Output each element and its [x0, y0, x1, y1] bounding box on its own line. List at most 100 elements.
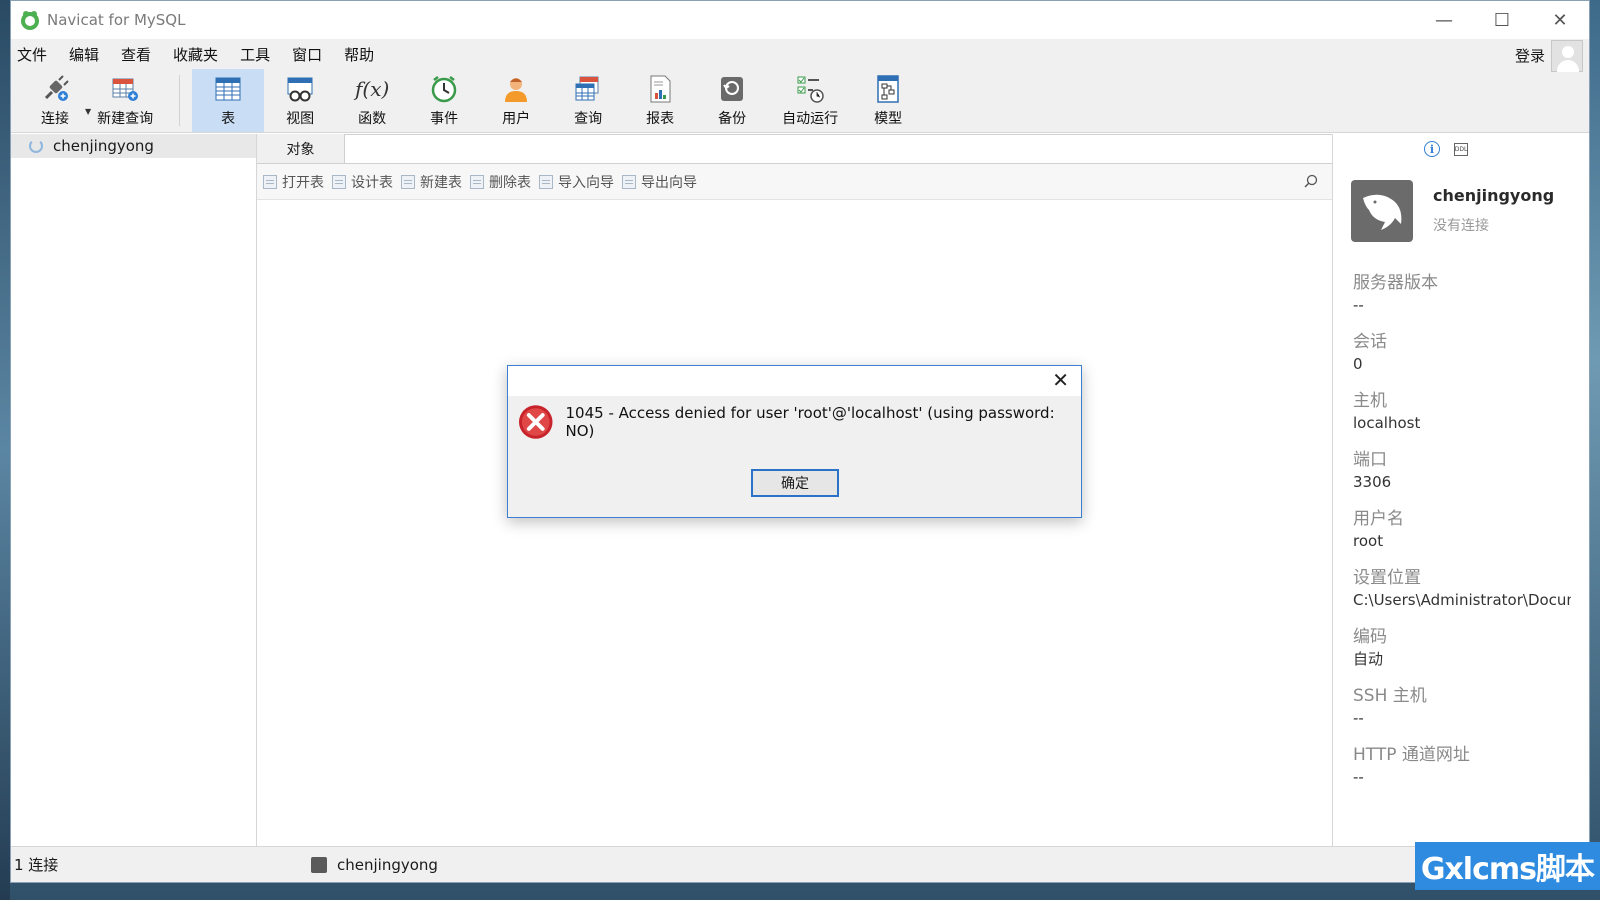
user-label: 用户 [502, 111, 531, 127]
info-field-key: 会话 [1353, 332, 1387, 352]
view-button[interactable]: 视图 [264, 69, 336, 132]
delete-table-label: 删除表 [489, 174, 531, 191]
backup-icon [717, 74, 747, 104]
function-label: 函数 [358, 111, 387, 127]
automation-icon [795, 74, 825, 104]
export-wizard-button[interactable]: 导出向导 [622, 172, 697, 192]
tab-objects[interactable]: 对象 [257, 134, 345, 163]
title-bar: Navicat for MySQL — ☐ ✕ [11, 1, 1589, 39]
view-icon [285, 74, 315, 104]
mysql-dolphin-icon [1351, 180, 1413, 242]
clock-icon [429, 74, 459, 104]
automation-label: 自动运行 [782, 111, 839, 127]
info-field-key: 主机 [1353, 391, 1387, 411]
connection-item[interactable]: chenjingyong [11, 134, 256, 158]
close-window-button[interactable]: ✕ [1531, 1, 1589, 39]
maximize-button[interactable]: ☐ [1473, 1, 1531, 39]
export-wizard-icon [622, 174, 636, 189]
status-bar: 1 连接 chenjingyong [11, 846, 1589, 882]
menu-edit[interactable]: 编辑 [69, 44, 113, 65]
info-field-value: 自动 [1353, 650, 1384, 668]
user-icon [501, 74, 531, 104]
watermark-logo: Gxlcms脚本 [1414, 842, 1600, 890]
info-field: 会话 0 [1353, 331, 1589, 375]
menu-help[interactable]: 帮助 [344, 44, 388, 65]
info-field-value: localhost [1353, 414, 1421, 432]
ddl-icon[interactable]: DDL [1454, 142, 1468, 156]
info-field: 编码 自动 [1353, 626, 1589, 670]
info-panel: i DDL chenjingyong 没有连接 服务器版本 -- 会话 0 主机 lo… [1333, 134, 1589, 846]
menu-tools[interactable]: 工具 [240, 44, 284, 65]
minimize-button[interactable]: — [1415, 1, 1473, 39]
server-icon [311, 856, 327, 873]
new-table-label: 新建表 [420, 174, 462, 191]
info-field-key: 编码 [1353, 627, 1387, 647]
event-button[interactable]: 事件 [408, 69, 480, 132]
info-fields: 服务器版本 -- 会话 0 主机 localhost 端口 3306 用户名 root 设… [1333, 242, 1589, 788]
automation-button[interactable]: 自动运行 [768, 69, 852, 132]
info-connection-name: chenjingyong [1433, 186, 1555, 205]
menu-window[interactable]: 窗口 [292, 44, 336, 65]
window-title: Navicat for MySQL [47, 11, 186, 29]
new-query-label: 新建查询 [97, 111, 154, 127]
object-toolbar: 打开表 设计表 新建表 删除表 导入向导 导出向导 [257, 164, 1332, 200]
report-label: 报表 [646, 111, 675, 127]
new-table-button[interactable]: 新建表 [401, 172, 462, 192]
ok-button[interactable]: 确定 [751, 469, 839, 497]
table-button[interactable]: 表 [192, 69, 265, 132]
info-field-value: 3306 [1353, 473, 1392, 491]
error-icon [518, 405, 553, 439]
backup-button[interactable]: 备份 [696, 69, 768, 132]
table-icon [213, 74, 243, 104]
new-query-button[interactable]: 新建查询 [83, 69, 167, 132]
info-field-value: -- [1353, 768, 1364, 786]
open-table-icon [263, 174, 277, 189]
search-icon[interactable] [1304, 174, 1318, 188]
menu-favorites[interactable]: 收藏夹 [173, 44, 232, 65]
import-wizard-button[interactable]: 导入向导 [539, 172, 614, 192]
open-table-button[interactable]: 打开表 [263, 172, 324, 192]
query-icon [573, 74, 603, 104]
function-button[interactable]: f(x) 函数 [336, 69, 408, 132]
report-button[interactable]: 报表 [624, 69, 696, 132]
info-field: 服务器版本 -- [1353, 272, 1589, 316]
info-field-key: 服务器版本 [1353, 273, 1438, 293]
backup-label: 备份 [718, 111, 747, 127]
connect-button[interactable]: 连接 [19, 69, 91, 132]
info-field-key: 用户名 [1353, 509, 1404, 529]
info-field-value: -- [1353, 296, 1364, 314]
info-field-value: C:\Users\Administrator\Docum [1353, 591, 1571, 609]
model-label: 模型 [874, 111, 903, 127]
view-label: 视图 [286, 111, 315, 127]
design-table-button[interactable]: 设计表 [332, 172, 393, 192]
info-field: HTTP 通道网址 -- [1353, 744, 1589, 788]
info-field-key: SSH 主机 [1353, 686, 1427, 706]
error-dialog: ✕ 1045 - Access denied for user 'root'@'… [507, 365, 1082, 518]
user-avatar-icon[interactable] [1551, 40, 1583, 72]
info-field-value: root [1353, 532, 1384, 550]
open-table-label: 打开表 [282, 174, 324, 191]
info-field: 端口 3306 [1353, 449, 1589, 493]
info-field-value: 0 [1353, 355, 1363, 373]
event-label: 事件 [430, 111, 459, 127]
model-button[interactable]: 模型 [852, 69, 924, 132]
dialog-close-button[interactable]: ✕ [1052, 370, 1069, 390]
user-button[interactable]: 用户 [480, 69, 552, 132]
login-link[interactable]: 登录 [1515, 45, 1545, 66]
info-field-key: 端口 [1353, 450, 1387, 470]
info-field: SSH 主机 -- [1353, 685, 1589, 729]
new-table-icon [401, 174, 415, 189]
delete-table-button[interactable]: 删除表 [470, 172, 531, 192]
info-field: 用户名 root [1353, 508, 1589, 552]
query-label: 查询 [574, 111, 603, 127]
function-icon: f(x) [355, 77, 390, 101]
new-query-icon [110, 74, 140, 104]
query-button[interactable]: 查询 [552, 69, 624, 132]
info-connection-status: 没有连接 [1433, 218, 1489, 234]
table-label: 表 [221, 111, 236, 127]
navicat-logo-icon [19, 9, 41, 31]
info-icon[interactable]: i [1424, 141, 1440, 157]
menu-view[interactable]: 查看 [121, 44, 165, 65]
toolbar-divider [179, 75, 181, 126]
menu-file[interactable]: 文件 [17, 44, 61, 65]
